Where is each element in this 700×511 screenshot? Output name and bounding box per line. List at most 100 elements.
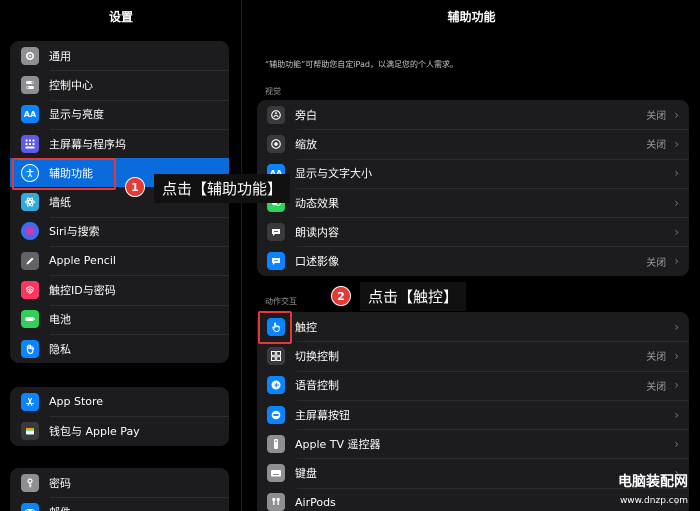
- toggles-icon: [21, 75, 39, 94]
- row-display-text-size[interactable]: AA 显示与文字大小 ›: [257, 158, 689, 188]
- sidebar-item-label: 隐私: [49, 342, 71, 356]
- row-value: 关闭: [646, 140, 667, 152]
- sidebar-item-mail[interactable]: 邮件: [10, 497, 229, 511]
- watermark-url: www.dnzp.com: [619, 496, 688, 506]
- sidebar-item-touch-id[interactable]: 触控ID与密码: [10, 275, 229, 304]
- sidebar-item-label: 主屏幕与程序坞: [49, 137, 126, 151]
- flower-icon: [21, 193, 39, 212]
- sidebar-item-label: 密码: [49, 476, 71, 490]
- mail-icon: [21, 502, 39, 511]
- row-zoom[interactable]: 缩放 关闭 ›: [257, 129, 689, 158]
- chevron-right-icon: ›: [674, 224, 679, 239]
- remote-icon: [267, 434, 285, 453]
- chevron-right-icon: ›: [674, 378, 679, 393]
- row-label: Apple TV 遥控器: [295, 437, 381, 451]
- highlight-box-touch: [258, 311, 292, 344]
- airpods-icon: [267, 493, 285, 511]
- sidebar-item-label: App Store: [49, 395, 104, 409]
- key-icon: [21, 473, 39, 492]
- sidebar-item-battery[interactable]: 电池: [10, 304, 229, 334]
- row-label: 显示与文字大小: [295, 167, 372, 181]
- chevron-right-icon: ›: [674, 136, 679, 151]
- row-value: 关闭: [646, 381, 667, 393]
- watermark-title: 电脑装配网: [618, 474, 688, 490]
- row-value: 关闭: [646, 352, 667, 364]
- sidebar-item-app-store[interactable]: App Store: [10, 387, 229, 416]
- zoom-icon: [267, 134, 285, 153]
- row-voiceover[interactable]: 旁白 关闭 ›: [257, 100, 689, 129]
- row-label: 触控: [295, 320, 317, 334]
- row-label: 口述影像: [295, 255, 339, 269]
- sidebar-item-general[interactable]: 通用: [10, 41, 229, 70]
- fingerprint-icon: [21, 281, 39, 300]
- wallet-icon: [21, 421, 39, 440]
- row-label: AirPods: [295, 495, 336, 509]
- text-size-icon: AA: [21, 105, 39, 124]
- accessibility-pane: 辅助功能 “辅助功能”可帮助您自定iPad，以满足您的个人需求。 视觉 旁白 关…: [243, 0, 700, 511]
- sidebar-item-apple-pencil[interactable]: Apple Pencil: [10, 246, 229, 275]
- row-label: 动态效果: [295, 196, 339, 210]
- row-voice-control[interactable]: 语音控制 关闭 ›: [257, 370, 689, 400]
- sidebar-item-label: Apple Pencil: [49, 254, 116, 268]
- row-touch[interactable]: 触控 ›: [257, 312, 689, 341]
- sidebar-item-privacy[interactable]: 隐私: [10, 333, 229, 363]
- step-callout-1: 点击【辅助功能】: [154, 174, 291, 203]
- vision-group: 旁白 关闭 › 缩放 关闭 › AA 显示与文字大小 › 动态效果 › 朗读内容…: [257, 100, 689, 276]
- sidebar-item-display[interactable]: AA 显示与亮度: [10, 99, 229, 129]
- row-spoken-content[interactable]: 朗读内容 ›: [257, 217, 689, 246]
- voiceover-icon: [267, 105, 285, 124]
- row-motion[interactable]: 动态效果 ›: [257, 187, 689, 217]
- section-header-interaction: 动作交互: [265, 297, 297, 306]
- row-value: 关闭: [646, 257, 667, 269]
- sidebar-item-label: 墙纸: [49, 196, 71, 210]
- sidebar-item-siri[interactable]: Siri与搜索: [10, 216, 229, 246]
- sidebar-title: 设置: [108, 10, 133, 24]
- row-apple-tv-remote[interactable]: Apple TV 遥控器 ›: [257, 429, 689, 458]
- chevron-right-icon: ›: [674, 195, 679, 210]
- sidebar-group-accounts: 密码 邮件: [10, 468, 229, 511]
- gear-icon: [21, 46, 39, 65]
- audio-description-icon: [267, 252, 285, 271]
- sidebar-item-home-screen[interactable]: 主屏幕与程序坞: [10, 128, 229, 158]
- chevron-right-icon: ›: [674, 254, 679, 269]
- speech-bubble-icon: [267, 222, 285, 241]
- home-button-icon: [267, 405, 285, 424]
- keyboard-icon: [267, 464, 285, 483]
- row-label: 切换控制: [295, 349, 339, 363]
- switch-control-icon: [267, 346, 285, 365]
- step-badge-2: 2: [331, 286, 351, 306]
- sidebar-item-label: 钱包与 Apple Pay: [49, 424, 140, 438]
- voice-control-icon: [267, 376, 285, 395]
- sidebar-item-control-center[interactable]: 控制中心: [10, 70, 229, 99]
- sidebar-group-store: App Store 钱包与 Apple Pay: [10, 387, 229, 446]
- row-label: 朗读内容: [295, 225, 339, 239]
- page-title: 辅助功能: [447, 10, 496, 24]
- row-label: 语音控制: [295, 379, 339, 393]
- row-label: 键盘: [295, 467, 317, 481]
- row-home-button[interactable]: 主屏幕按钮 ›: [257, 399, 689, 429]
- step-callout-2: 点击【触控】: [360, 282, 467, 311]
- sidebar-item-label: 邮件: [49, 504, 71, 511]
- chevron-right-icon: ›: [674, 107, 679, 122]
- sidebar-item-label: 通用: [49, 49, 71, 63]
- sidebar-item-label: Siri与搜索: [49, 225, 100, 239]
- siri-icon: [21, 222, 39, 241]
- sidebar-item-label: 显示与亮度: [49, 108, 104, 122]
- row-switch-control[interactable]: 切换控制 关闭 ›: [257, 341, 689, 370]
- chevron-right-icon: ›: [674, 319, 679, 334]
- pencil-icon: [21, 251, 39, 270]
- grid-icon: [21, 134, 39, 153]
- row-value: 关闭: [646, 111, 667, 123]
- battery-icon: [21, 310, 39, 329]
- page-description: “辅助功能”可帮助您自定iPad，以满足您的个人需求。: [265, 60, 458, 69]
- sidebar-item-wallet[interactable]: 钱包与 Apple Pay: [10, 416, 229, 445]
- chevron-right-icon: ›: [674, 348, 679, 363]
- chevron-right-icon: ›: [674, 407, 679, 422]
- row-label: 缩放: [295, 137, 317, 151]
- hand-icon: [21, 339, 39, 358]
- appstore-icon: [21, 392, 39, 411]
- chevron-right-icon: ›: [674, 166, 679, 181]
- row-label: 主屏幕按钮: [295, 408, 350, 422]
- row-audio-descriptions[interactable]: 口述影像 关闭 ›: [257, 246, 689, 275]
- sidebar-item-passwords[interactable]: 密码: [10, 468, 229, 497]
